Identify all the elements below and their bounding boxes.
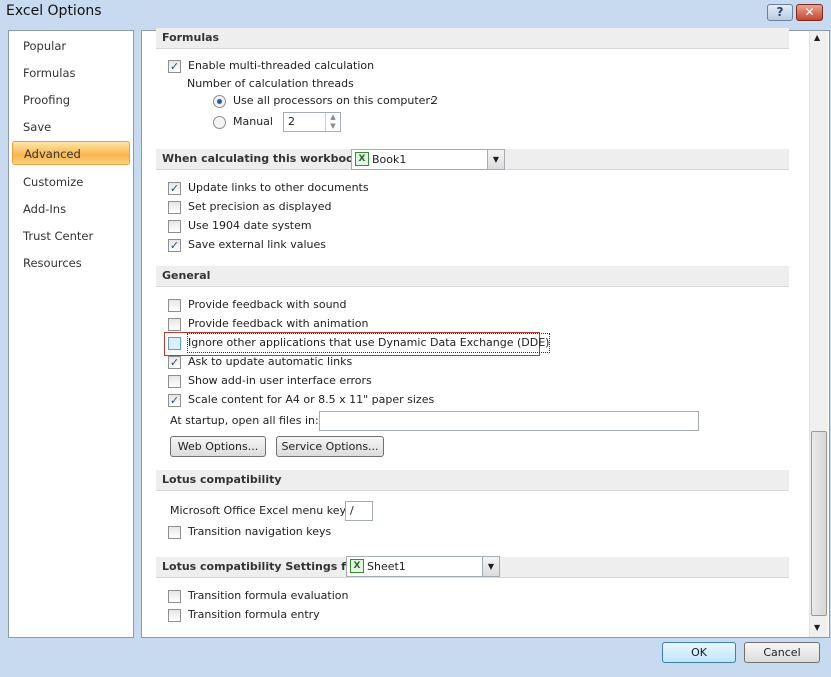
scroll-up-icon[interactable]: ▲	[814, 33, 820, 42]
ok-button[interactable]: OK	[662, 642, 736, 663]
excel-sheet-icon: X	[350, 559, 364, 573]
window-title: Excel Options	[6, 3, 102, 19]
startup-label: At startup, open all files in:	[170, 414, 319, 427]
sidebar-item-save[interactable]: Save	[12, 115, 130, 139]
checkbox[interactable]	[168, 201, 181, 214]
sidebar-item-proofing[interactable]: Proofing	[12, 88, 130, 112]
sidebar-item-resources[interactable]: Resources	[12, 251, 130, 275]
startup-path-input[interactable]	[319, 411, 699, 431]
checkbox[interactable]	[168, 609, 181, 622]
scrollbar[interactable]: ▲ ▼	[809, 31, 828, 637]
checkbox[interactable]	[168, 299, 181, 312]
checkbox[interactable]	[168, 526, 181, 539]
sheet-dropdown[interactable]: X Sheet1 ▼	[346, 556, 500, 577]
sidebar-item-popular[interactable]: Popular	[12, 34, 130, 58]
scroll-down-icon[interactable]: ▼	[814, 623, 820, 632]
checkbox[interactable]	[168, 337, 181, 350]
section-general: General	[156, 266, 789, 287]
section-formulas: Formulas	[156, 28, 789, 49]
service-options-button[interactable]: Service Options...	[276, 436, 384, 457]
close-button[interactable]: ✕	[796, 4, 823, 21]
stepper-arrows-icon[interactable]: ▲ ▼	[325, 113, 340, 131]
sidebar: Popular Formulas Proofing Save Advanced …	[8, 30, 134, 638]
checkbox[interactable]	[168, 220, 181, 233]
sidebar-item-trust-center[interactable]: Trust Center	[12, 224, 130, 248]
menu-key-input[interactable]: /	[345, 501, 373, 521]
excel-workbook-icon: X	[355, 152, 369, 166]
checkbox[interactable]	[168, 590, 181, 603]
section-lotus: Lotus compatibility	[156, 470, 789, 491]
checkbox[interactable]: ✓	[168, 394, 181, 407]
scrollbar-thumb[interactable]	[811, 431, 827, 616]
sidebar-item-formulas[interactable]: Formulas	[12, 61, 130, 85]
sidebar-item-add-ins[interactable]: Add-Ins	[12, 197, 130, 221]
checkbox[interactable]: ✓	[168, 60, 181, 73]
checkbox[interactable]	[168, 375, 181, 388]
sidebar-item-advanced[interactable]: Advanced	[12, 141, 130, 165]
menu-key-label: Microsoft Office Excel menu key:	[170, 504, 349, 517]
help-button[interactable]: ?	[767, 4, 793, 21]
checkbox[interactable]: ✓	[168, 239, 181, 252]
checkbox[interactable]: ✓	[168, 356, 181, 369]
workbook-dropdown[interactable]: X Book1 ▼	[351, 149, 505, 170]
checkbox[interactable]: ✓	[168, 182, 181, 195]
radio[interactable]	[213, 116, 226, 129]
chevron-down-icon[interactable]: ▼	[487, 150, 504, 169]
processor-count: 2	[431, 94, 438, 107]
radio[interactable]	[213, 95, 226, 108]
options-panel: Formulas ✓ Enable multi-threaded calculat…	[141, 28, 830, 638]
chevron-down-icon[interactable]: ▼	[482, 557, 499, 576]
checkbox[interactable]	[168, 318, 181, 331]
threads-label: Number of calculation threads	[187, 77, 354, 90]
cancel-button[interactable]: Cancel	[744, 642, 820, 663]
web-options-button[interactable]: Web Options...	[170, 436, 266, 457]
sidebar-item-customize[interactable]: Customize	[12, 170, 130, 194]
